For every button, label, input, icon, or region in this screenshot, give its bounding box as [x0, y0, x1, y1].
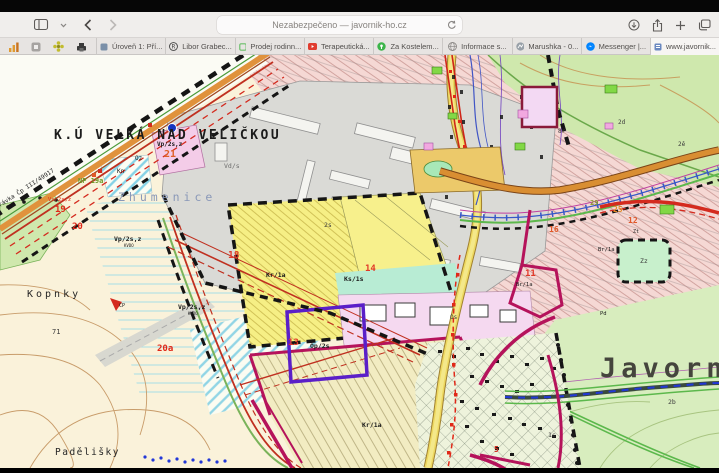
map-label: Zt — [633, 229, 639, 235]
tab-za-kostelem[interactable]: Za Kostelem... — [374, 38, 443, 55]
gis-gray-icon — [516, 42, 525, 51]
safari-toolbar: Nezabezpečeno — javornik-ho.cz — [0, 12, 719, 38]
map-label: 13 — [288, 338, 299, 348]
map-label: Op/2s — [310, 342, 330, 350]
map-label: Kr/1a — [362, 421, 382, 429]
new-tab-icon[interactable] — [675, 20, 686, 31]
tab-messenger[interactable]: Messenger |... — [582, 38, 651, 55]
download-icon[interactable] — [628, 19, 640, 31]
tab-terapeuticka[interactable]: Terapeutická... — [305, 38, 374, 55]
map-label: 20a — [157, 344, 173, 354]
youtube-icon — [308, 43, 317, 50]
map-label: KVDO — [188, 311, 198, 316]
map-label: Oz — [135, 155, 143, 162]
map-label: 71 — [52, 328, 60, 336]
map-label: 29 — [590, 199, 598, 207]
map-label: 16 — [549, 225, 559, 234]
map-label: KVDO — [124, 243, 134, 248]
tab-label: Terapeutická... — [321, 42, 370, 51]
tab-label: Marushka - 0... — [528, 42, 577, 51]
map-label: Padělišky — [55, 447, 120, 458]
sidebar-icon[interactable] — [34, 19, 49, 31]
map-label: 25 — [613, 205, 623, 214]
tab-uroven[interactable]: Úroveň 1: Pří... — [97, 38, 166, 55]
pinned-tabs — [0, 38, 97, 55]
url-bar[interactable]: Nezabezpečeno — javornik-ho.cz — [217, 16, 462, 34]
map-label: 2d — [618, 119, 626, 126]
printer-pinned-icon[interactable] — [76, 42, 87, 52]
map-label: Vp/2s,z — [157, 141, 183, 148]
map-label: Br/1a — [516, 282, 533, 288]
screen-top-black-bar — [0, 0, 719, 12]
messenger-icon — [586, 42, 595, 51]
tab-label: Prodej rodinn... — [250, 42, 300, 51]
map-label: Kopnky — [27, 289, 81, 300]
map-label: 21 — [164, 149, 176, 160]
map-label: Kn — [117, 168, 125, 175]
chevron-down-icon[interactable] — [60, 23, 67, 28]
document-icon — [100, 43, 108, 51]
map-label: Vs/2s,z — [48, 197, 71, 203]
map-label: Zhumenice — [118, 190, 216, 204]
map-label: CP — [119, 303, 125, 309]
map-label: Kr/1a — [266, 271, 286, 279]
gray-app-pinned-icon[interactable] — [31, 42, 41, 52]
map-label: NP 19a — [78, 177, 103, 185]
realty-green-icon — [239, 43, 247, 51]
svg-text:R: R — [172, 44, 176, 51]
browser-window: { "browser": { "url_bar": { "text": "Nez… — [0, 0, 719, 468]
flower-pinned-icon[interactable] — [53, 41, 64, 52]
tab-prodej[interactable]: Prodej rodinn... — [236, 38, 305, 55]
tab-javornik-active[interactable]: www.javornik... — [651, 38, 719, 55]
map-label: 5 — [494, 445, 499, 454]
tab-label: Informace s... — [461, 42, 506, 51]
map-label: 18 — [228, 250, 240, 261]
tab-label: www.javornik... — [666, 42, 716, 51]
map-label: 8r — [558, 128, 566, 135]
page-icon — [654, 43, 662, 51]
map-label: 14 — [365, 264, 376, 274]
globe-gray-icon — [448, 42, 457, 51]
back-icon[interactable] — [84, 19, 92, 31]
map-label: 1c — [548, 431, 556, 439]
tab-label: Messenger |... — [599, 42, 646, 51]
registered-circle-icon: R — [169, 42, 178, 51]
map-label: Br/1a — [598, 247, 615, 253]
map-label: 2b — [668, 398, 676, 406]
tab-marushka[interactable]: Marushka - 0... — [513, 38, 582, 55]
forward-icon[interactable] — [109, 19, 117, 31]
tab-label: Libor Grabec... — [182, 42, 231, 51]
map-label: Javorník — [600, 353, 719, 384]
map-label: 19 — [55, 205, 66, 215]
map-label: Ks/1s — [344, 275, 364, 283]
maroon-block — [522, 87, 557, 127]
tab-overview-icon[interactable] — [698, 19, 711, 31]
map-label: 11 — [525, 269, 536, 279]
tab-label: Úroveň 1: Pří... — [112, 42, 162, 51]
tab-libor-grabec[interactable]: R Libor Grabec... — [166, 38, 235, 55]
map-label: Vp/2s,z — [178, 303, 205, 311]
map-label: Vd/s — [224, 162, 240, 170]
map-label: Os — [450, 314, 458, 321]
map-label: Vp/2s,z — [114, 235, 141, 243]
tab-bar: Úroveň 1: Pří... R Libor Grabec... Prode… — [0, 38, 719, 55]
map-label: 20 — [72, 222, 83, 232]
mapy-green-icon — [377, 42, 386, 51]
map-label: 2ě — [678, 141, 686, 148]
tab-informace[interactable]: Informace s... — [443, 38, 512, 55]
chart-pinned-icon[interactable] — [9, 42, 19, 52]
reload-icon[interactable] — [447, 20, 457, 30]
map-label: 12 — [628, 216, 638, 225]
map-label: 2s — [324, 221, 332, 229]
map-label: Pd — [600, 311, 607, 317]
cadastral-map-viewport[interactable]: K.Ú VELKÁ NAD VELIČKOUrávka Čp III/49917… — [0, 55, 719, 468]
map-label: Zz — [640, 257, 648, 265]
share-icon[interactable] — [652, 19, 663, 32]
cadastral-map: K.Ú VELKÁ NAD VELIČKOUrávka Čp III/49917… — [0, 55, 719, 468]
tab-label: Za Kostelem... — [390, 42, 438, 51]
url-text: Nezabezpečeno — javornik-ho.cz — [272, 20, 407, 30]
